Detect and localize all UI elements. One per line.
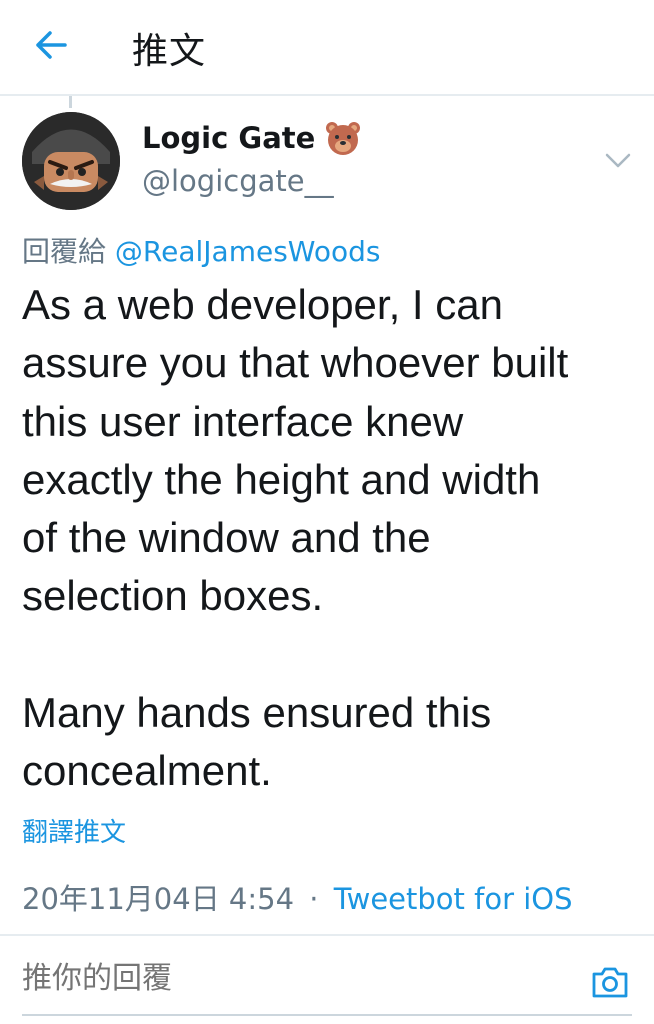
tweet-text: As a web developer, I can assure you tha… xyxy=(22,281,569,795)
avatar-image xyxy=(22,112,120,210)
meta-separator: · xyxy=(309,882,319,916)
tweet-client-link[interactable]: Tweetbot for iOS xyxy=(334,882,573,916)
camera-button[interactable] xyxy=(588,960,632,1004)
reply-context: 回覆給 @RealJamesWoods xyxy=(22,230,380,270)
back-button[interactable] xyxy=(26,20,76,70)
author-handle[interactable]: @logicgate__ xyxy=(142,164,334,198)
reply-bar xyxy=(0,936,654,1024)
author-display-name[interactable]: Logic Gate xyxy=(142,120,361,156)
reply-input[interactable] xyxy=(22,962,562,996)
camera-icon xyxy=(592,967,628,998)
page-title: 推文 xyxy=(132,31,207,72)
arrow-left-icon xyxy=(36,31,67,59)
more-options-button[interactable] xyxy=(600,146,636,176)
reply-input-underline xyxy=(22,1014,632,1016)
reply-mention-link[interactable]: @RealJamesWoods xyxy=(115,235,381,268)
bear-face-emoji-icon xyxy=(326,122,361,155)
tweet-timestamp: 20年11月04日 4:54 xyxy=(22,882,295,916)
tweet-meta: 20年11月04日 4:54 · Tweetbot for iOS xyxy=(22,876,573,918)
thread-connector-line xyxy=(69,96,72,108)
top-bar: 推文 xyxy=(0,0,654,96)
author-name-text: Logic Gate xyxy=(142,121,316,155)
chevron-down-icon xyxy=(605,153,631,168)
avatar[interactable] xyxy=(22,112,120,210)
reply-prefix: 回覆給 xyxy=(22,235,107,268)
translate-tweet-link[interactable]: 翻譯推文 xyxy=(22,812,126,849)
